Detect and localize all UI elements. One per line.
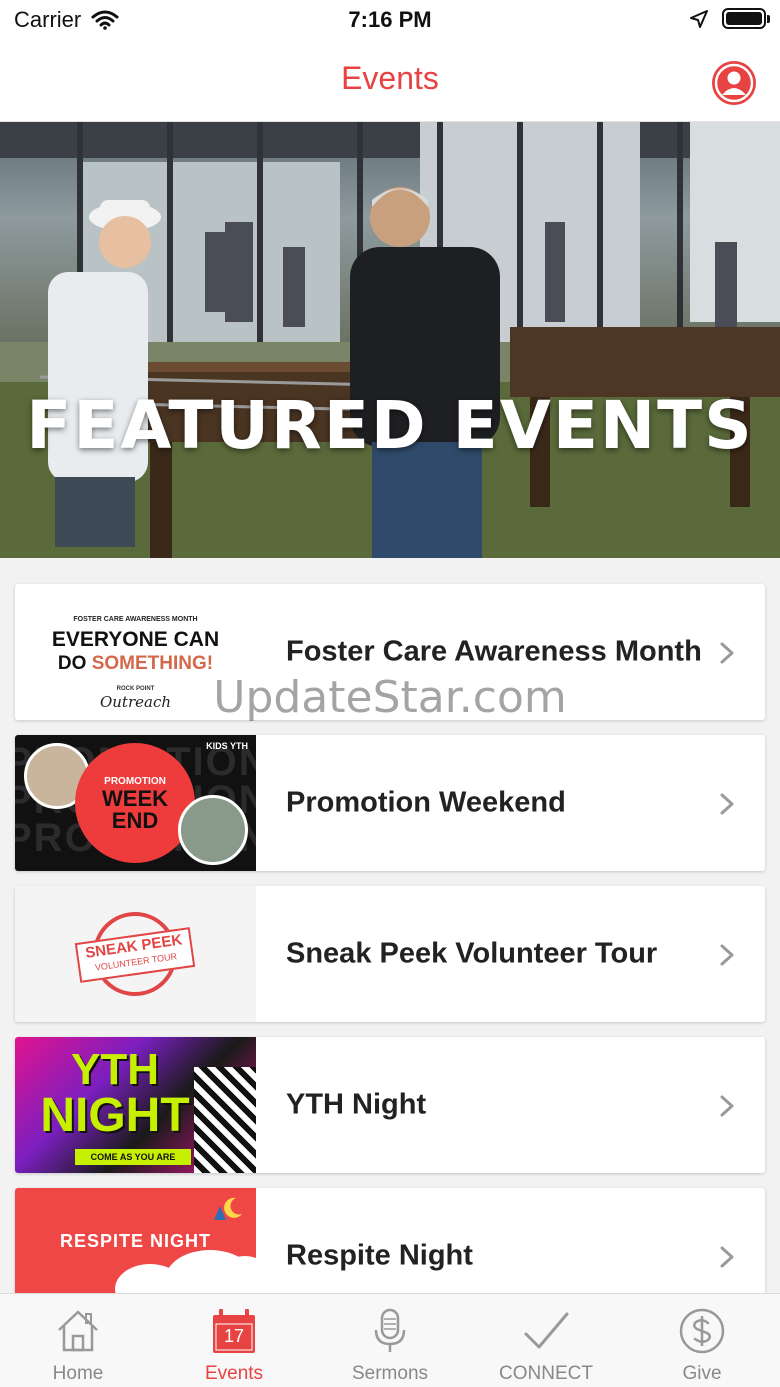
checkmark-icon [524,1312,569,1349]
event-card-yth-night[interactable]: YTH NIGHT COME AS YOU ARE YTH Night [15,1037,765,1173]
event-title: Promotion Weekend [286,786,566,819]
tab-home[interactable]: Home [0,1294,156,1387]
page-title: Events [341,60,439,96]
event-thumbnail: RESPITE NIGHT [15,1188,256,1293]
chevron-right-icon [720,1095,734,1117]
status-time: 7:16 PM [348,7,432,32]
chevron-right-icon [720,1246,734,1268]
nav-bar: Events [0,40,780,122]
battery-icon [722,8,770,29]
thumb-kicker: FOSTER CARE AWARENESS MONTH [73,616,198,623]
event-thumbnail: PROMOTIONPROMOTIONPROMOTION KIDS YTH PRO… [15,735,256,871]
tab-events[interactable]: 17 Events [156,1294,312,1387]
event-title: Foster Care Awareness Month [286,635,702,668]
event-card-sneak-peek[interactable]: SNEAK PEEK VOLUNTEER TOUR Sneak Peek Vol… [15,886,765,1022]
thumb-night: NIGHT [40,1089,190,1142]
thumb-end: END [111,808,159,833]
tab-label: Sermons [351,1363,429,1384]
event-thumbnail: YTH NIGHT COME AS YOU ARE [15,1037,256,1173]
hero-photo [0,122,780,558]
calendar-badge: 17 [223,1326,245,1346]
thumb-stamp-text: SNEAK PEEK VOLUNTEER TOUR [74,927,196,983]
event-card-respite-night[interactable]: RESPITE NIGHT Respite Night [15,1188,765,1293]
event-thumbnail: SNEAK PEEK VOLUNTEER TOUR [15,886,256,1022]
hero-title: FEATURED EVENTS [26,387,754,464]
status-right [690,8,770,29]
thumb-tag: COME AS YOU ARE [75,1149,191,1165]
chevron-right-icon [720,793,734,815]
microphone-icon [374,1308,406,1352]
home-icon [58,1310,98,1352]
chevron-right-icon [720,642,734,664]
thumb-kids-yth: KIDS YTH [206,741,248,751]
event-title: Respite Night [286,1239,473,1272]
thumb-something: SOMETHING! [91,653,214,674]
tab-connect[interactable]: CONNECT [468,1294,624,1387]
dollar-icon [679,1308,725,1354]
tab-label: Events [204,1363,264,1384]
profile-button[interactable] [712,61,756,105]
featured-events-banner[interactable]: FEATURED EVENTS [0,122,780,558]
event-title: Sneak Peek Volunteer Tour [286,937,658,970]
thumb-headline: EVERYONE CAN [51,628,220,651]
tab-label: Give [682,1363,722,1384]
tab-label: CONNECT [499,1363,593,1384]
tab-label: Home [52,1363,104,1384]
watermark: UpdateStar.com [213,672,567,723]
thumb-respite: RESPITE NIGHT [59,1231,211,1251]
tab-bar: Home 17 Events Sermons CONNECT Give [0,1293,780,1387]
events-list: FOSTER CARE AWARENESS MONTH EVERYONE CAN… [0,558,780,1293]
thumb-do: DO [57,653,92,674]
status-bar: Carrier 7:16 PM [0,0,780,40]
user-avatar-icon [714,63,754,103]
thumb-yth: YTH [71,1045,159,1094]
location-arrow-icon [690,9,708,28]
chevron-right-icon [720,944,734,966]
event-title: YTH Night [286,1088,427,1121]
thumb-moon-icon [214,1197,242,1220]
tab-give[interactable]: Give [624,1294,780,1387]
tab-sermons[interactable]: Sermons [312,1294,468,1387]
event-card-promotion-weekend[interactable]: PROMOTIONPROMOTIONPROMOTION KIDS YTH PRO… [15,735,765,871]
